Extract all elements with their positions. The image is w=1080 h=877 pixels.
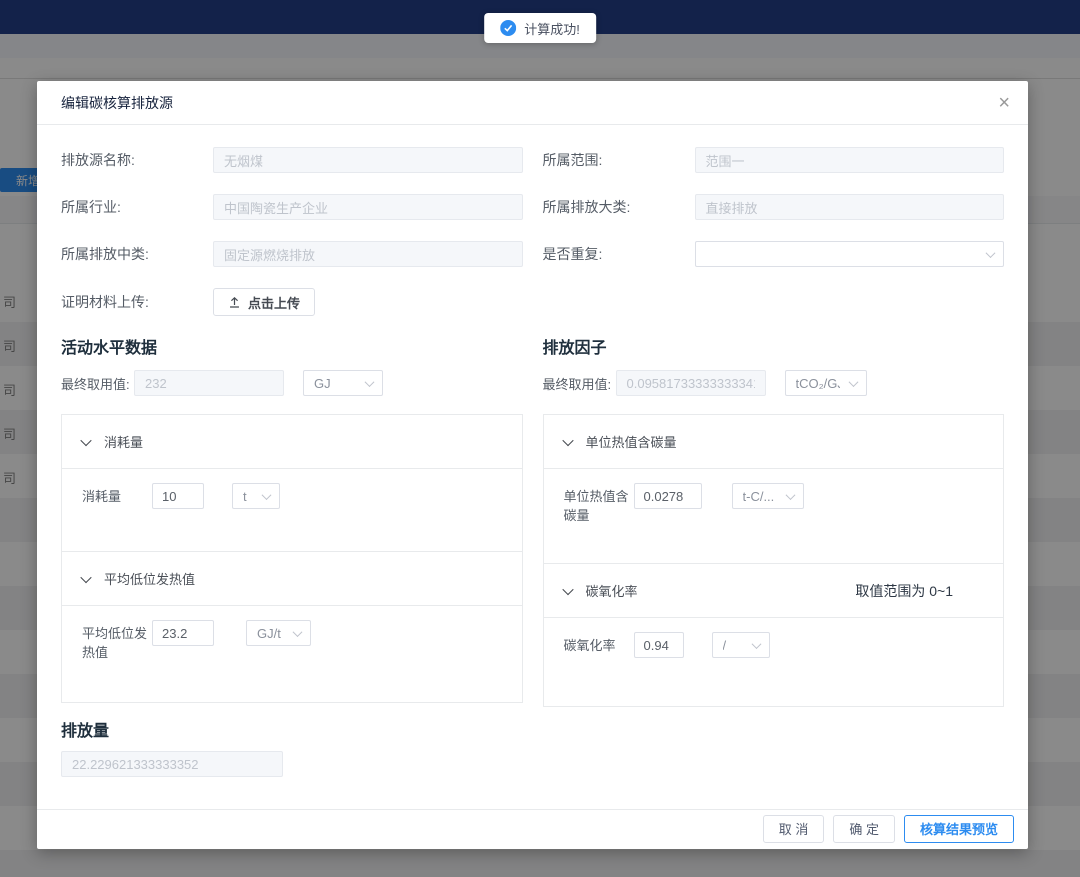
heat-value-input[interactable] (152, 620, 214, 646)
chevron-down-icon (562, 583, 573, 594)
close-icon[interactable]: × (998, 81, 1010, 125)
select-value: t (243, 489, 253, 504)
check-circle-icon (500, 20, 516, 36)
factor-final-row: 最终取用值: tCO₂/GJ (543, 370, 1005, 396)
final-value-label: 最终取用值: (543, 374, 616, 393)
panel-row-label: 碳氧化率 (564, 632, 634, 655)
chevron-down-icon (785, 490, 795, 500)
collapse-header-heat-value[interactable]: 平均低位发热值 (62, 552, 522, 606)
activity-data-section: 活动水平数据 最终取用值: GJ 消耗量 消耗量 (61, 334, 523, 777)
industry-input (213, 194, 523, 220)
collapse-body-consumption: 消耗量 t (62, 469, 522, 552)
chevron-down-icon (751, 639, 761, 649)
emission-amount-section: 排放量 (61, 717, 523, 777)
factor-collapse: 单位热值含碳量 单位热值含碳量 t-C/... 碳氧化率 取值范围为 0~1 (543, 414, 1005, 707)
select-value: GJ/t (257, 626, 284, 641)
field-label: 所属范围: (543, 150, 695, 170)
panel-row-label: 单位热值含碳量 (564, 483, 634, 525)
chevron-down-icon (80, 571, 91, 582)
activity-final-row: 最终取用值: GJ (61, 370, 523, 396)
field-label: 所属排放大类: (543, 197, 695, 217)
dialog-header: 编辑碳核算排放源 × (37, 81, 1028, 125)
field-label: 证明材料上传: (61, 292, 213, 312)
collapse-header-consumption[interactable]: 消耗量 (62, 415, 522, 469)
collapse-title: 消耗量 (104, 432, 143, 451)
field-label: 所属行业: (61, 197, 213, 217)
field-label: 所属排放中类: (61, 244, 213, 264)
activity-unit-select[interactable]: GJ (303, 370, 383, 396)
edit-emission-source-dialog: 编辑碳核算排放源 × 排放源名称: 所属范围: 所属行业: 所属排放大类: 所属… (37, 81, 1028, 849)
section-title-factor: 排放因子 (543, 334, 1005, 358)
chevron-down-icon (986, 248, 996, 258)
collapse-body-heat-value: 平均低位发热值 GJ/t (62, 606, 522, 702)
emission-mid-class-input (213, 241, 523, 267)
oxidation-rate-input[interactable] (634, 632, 684, 658)
field-proof-upload: 证明材料上传: 点击上传 (61, 288, 1004, 316)
emission-factor-section: 排放因子 最终取用值: tCO₂/GJ 单位热值含碳量 单位热值含碳 (543, 334, 1005, 777)
consumption-input[interactable] (152, 483, 204, 509)
field-scope: 所属范围: (543, 147, 1005, 173)
is-duplicate-select[interactable] (695, 241, 1005, 267)
panel-row-label: 平均低位发热值 (82, 620, 152, 662)
confirm-button[interactable]: 确 定 (833, 815, 895, 843)
collapse-body-oxidation-rate: 碳氧化率 / (544, 618, 1004, 706)
final-value-label: 最终取用值: (61, 374, 134, 393)
collapse-body-carbon-content: 单位热值含碳量 t-C/... (544, 469, 1004, 564)
factor-final-value-input (616, 370, 766, 396)
upload-button[interactable]: 点击上传 (213, 288, 315, 316)
chevron-down-icon (80, 434, 91, 445)
field-label: 排放源名称: (61, 150, 213, 170)
activity-final-value-input (134, 370, 284, 396)
upload-button-label: 点击上传 (248, 293, 300, 312)
dialog-title: 编辑碳核算排放源 (61, 95, 173, 111)
chevron-down-icon (262, 490, 272, 500)
carbon-content-unit-select[interactable]: t-C/... (732, 483, 804, 509)
chevron-down-icon (293, 627, 303, 637)
chevron-down-icon (848, 377, 858, 387)
field-source-name: 排放源名称: (61, 147, 523, 173)
emission-major-class-input (695, 194, 1005, 220)
chevron-down-icon (562, 434, 573, 445)
heat-value-unit-select[interactable]: GJ/t (246, 620, 311, 646)
basic-info-form: 排放源名称: 所属范围: 所属行业: 所属排放大类: 所属排放中类: 是否重复: (61, 147, 1004, 267)
factor-unit-select[interactable]: tCO₂/GJ (785, 370, 867, 396)
select-value: tCO₂/GJ (796, 376, 840, 391)
section-title-activity: 活动水平数据 (61, 334, 523, 358)
carbon-content-input[interactable] (634, 483, 702, 509)
collapse-title: 单位热值含碳量 (586, 432, 677, 451)
panel-row-label: 消耗量 (82, 483, 152, 506)
select-value: t-C/... (743, 489, 777, 504)
success-toast: 计算成功! (484, 13, 596, 43)
field-industry: 所属行业: (61, 194, 523, 220)
toast-text: 计算成功! (524, 19, 580, 38)
activity-collapse: 消耗量 消耗量 t 平均低位发热值 (61, 414, 523, 703)
upload-icon (228, 296, 241, 309)
section-title-emission: 排放量 (61, 717, 523, 741)
emission-amount-input (61, 751, 283, 777)
collapse-header-oxidation-rate[interactable]: 碳氧化率 取值范围为 0~1 (544, 564, 1004, 618)
result-preview-button[interactable]: 核算结果预览 (904, 815, 1014, 843)
select-value: / (723, 638, 743, 653)
field-emission-major-class: 所属排放大类: (543, 194, 1005, 220)
field-label: 是否重复: (543, 244, 695, 264)
dialog-body: 排放源名称: 所属范围: 所属行业: 所属排放大类: 所属排放中类: 是否重复: (37, 125, 1028, 777)
oxidation-rate-unit-select[interactable]: / (712, 632, 770, 658)
collapse-header-carbon-content[interactable]: 单位热值含碳量 (544, 415, 1004, 469)
scope-input (695, 147, 1005, 173)
dialog-footer: 取 消 确 定 核算结果预览 (37, 809, 1028, 849)
collapse-title: 碳氧化率 (586, 581, 638, 600)
consumption-unit-select[interactable]: t (232, 483, 280, 509)
source-name-input (213, 147, 523, 173)
select-value: GJ (314, 376, 356, 391)
field-emission-mid-class: 所属排放中类: (61, 241, 523, 267)
chevron-down-icon (365, 377, 375, 387)
collapse-title: 平均低位发热值 (104, 569, 195, 588)
field-is-duplicate: 是否重复: (543, 241, 1005, 267)
cancel-button[interactable]: 取 消 (763, 815, 825, 843)
value-range-hint: 取值范围为 0~1 (855, 581, 953, 601)
